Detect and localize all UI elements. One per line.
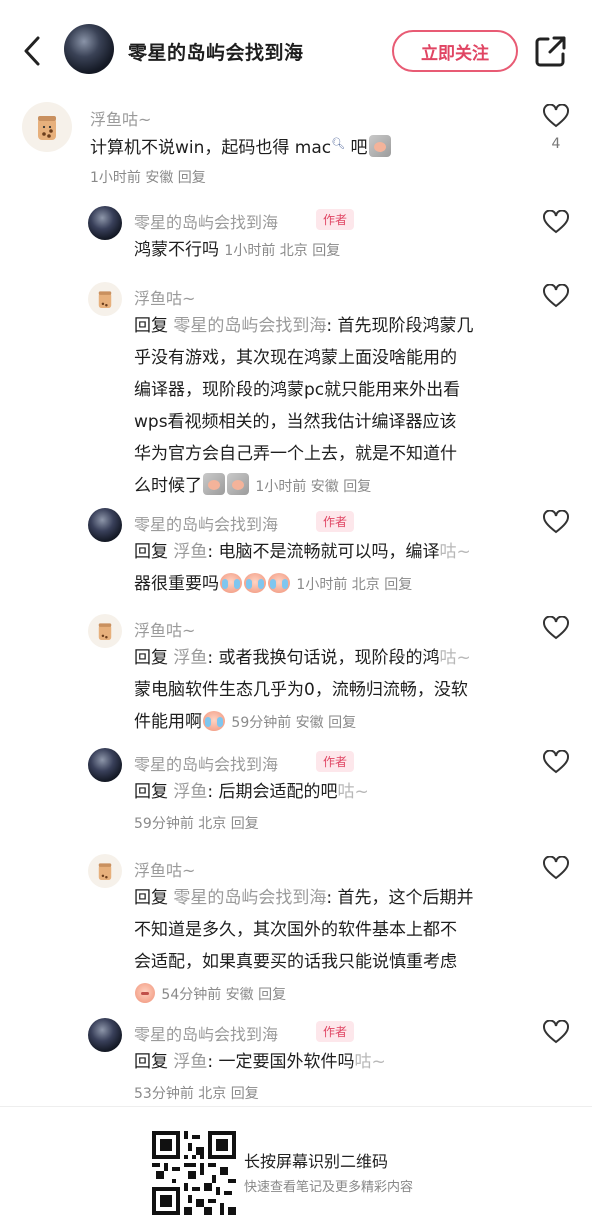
bubble-tea-icon xyxy=(38,116,56,140)
crying-emoji-icon xyxy=(244,573,266,593)
like-heart-icon[interactable] xyxy=(543,210,569,234)
author-avatar[interactable] xyxy=(88,748,122,782)
reply-target[interactable]: 零星的岛屿会找到海 xyxy=(173,316,326,336)
like-heart-icon[interactable] xyxy=(543,1020,569,1044)
reply-target[interactable]: 浮鱼 xyxy=(173,542,207,562)
reply-target[interactable]: 浮鱼 xyxy=(173,648,207,668)
header: 零星的岛屿会找到海 立即关注 xyxy=(0,0,592,100)
commenter-avatar[interactable] xyxy=(88,282,122,316)
comment-meta[interactable]: 1小时前 安徽 回复 xyxy=(90,167,206,187)
comment-meta[interactable]: 54分钟前 安徽 回复 xyxy=(161,987,286,1003)
comment-text: 回复 零星的岛屿会找到海: 首先，这个后期并 不知道是多久，其次国外的软件基本上… xyxy=(134,888,474,1003)
crying-emoji-icon xyxy=(220,573,242,593)
comment-meta[interactable]: 59分钟前 安徽 回复 xyxy=(231,715,356,731)
comment-text: 回复 浮鱼: 后期会适配的吧咕~ 59分钟前 北京 回复 xyxy=(134,776,534,840)
like-count: 4 xyxy=(551,136,561,152)
comment-text: 鸿蒙不行吗 1小时前 北京 回复 xyxy=(134,240,341,260)
commenter-avatar[interactable] xyxy=(22,102,72,152)
footer-title: 长按屏幕识别二维码 xyxy=(244,1152,389,1171)
comment-meta[interactable]: 1小时前 北京 回复 xyxy=(224,243,340,259)
footer-subtitle: 快速查看笔记及更多精彩内容 xyxy=(244,1180,414,1195)
reply-target[interactable]: 零星的岛屿会找到海 xyxy=(173,888,326,908)
comment-text: 回复 浮鱼: 或者我换句话说，现阶段的鸿咕~ 蒙电脑软件生态几乎为0，流畅归流畅… xyxy=(134,648,471,732)
emoji-sticker-icon xyxy=(227,473,249,495)
back-arrow-icon[interactable] xyxy=(18,34,50,68)
author-name[interactable]: 零星的岛屿会找到海 xyxy=(128,38,304,65)
commenter-name[interactable]: 零星的岛屿会找到海 xyxy=(134,209,278,233)
emoji-sticker-icon xyxy=(203,473,225,495)
commenter-name[interactable]: 零星的岛屿会找到海 xyxy=(134,511,278,535)
reply-target[interactable]: 浮鱼 xyxy=(173,782,207,802)
like-heart-icon[interactable] xyxy=(543,856,569,880)
comment-meta[interactable]: 1小时前 安徽 回复 xyxy=(255,479,371,495)
comment-text: 回复 浮鱼: 一定要国外软件吗咕~ 53分钟前 北京 回复 xyxy=(134,1046,534,1110)
commenter-avatar[interactable] xyxy=(88,614,122,648)
comment-meta[interactable]: 59分钟前 北京 回复 xyxy=(134,808,534,840)
bubble-tea-icon xyxy=(98,623,112,640)
follow-button[interactable]: 立即关注 xyxy=(392,30,518,72)
like-heart-icon[interactable] xyxy=(543,284,569,308)
author-badge: 作者 xyxy=(316,511,355,532)
commenter-name[interactable]: 零星的岛屿会找到海 xyxy=(134,1021,278,1045)
smile-emoji-icon xyxy=(135,983,155,1003)
commenter-avatar[interactable] xyxy=(88,854,122,888)
crying-emoji-icon xyxy=(203,711,225,731)
share-icon[interactable] xyxy=(534,34,568,68)
author-badge: 作者 xyxy=(316,209,355,230)
like-heart-icon[interactable] xyxy=(543,510,569,534)
comment-text: 回复 零星的岛屿会找到海: 首先现阶段鸿蒙几 乎没有游戏，其次现在鸿蒙上面没啥能… xyxy=(134,316,474,496)
bubble-tea-icon xyxy=(98,863,112,880)
bubble-tea-icon xyxy=(98,291,112,308)
commenter-name[interactable]: 浮鱼咕~ xyxy=(134,617,195,641)
author-badge: 作者 xyxy=(316,1021,355,1042)
divider xyxy=(0,1106,592,1107)
reply-target[interactable]: 浮鱼 xyxy=(173,1052,207,1072)
commenter-name[interactable]: 浮鱼咕~ xyxy=(134,285,195,309)
commenter-name[interactable]: 浮鱼咕~ xyxy=(90,106,151,130)
like-heart-icon[interactable] xyxy=(543,750,569,774)
author-avatar[interactable] xyxy=(64,24,114,74)
comment-meta[interactable]: 1小时前 北京 回复 xyxy=(296,577,412,593)
author-avatar[interactable] xyxy=(88,508,122,542)
like-heart-icon[interactable] xyxy=(543,104,569,128)
qr-code-icon[interactable] xyxy=(152,1131,236,1215)
search-icon[interactable]: 🔍︎ xyxy=(331,137,345,150)
commenter-name[interactable]: 零星的岛屿会找到海 xyxy=(134,751,278,775)
comment-text: 计算机不说win，起码也得 mac🔍︎ 吧 xyxy=(90,128,510,164)
crying-emoji-icon xyxy=(268,573,290,593)
author-avatar[interactable] xyxy=(88,1018,122,1052)
comment-text: 回复 浮鱼: 电脑不是流畅就可以吗，编译咕~ 器很重要吗 1小时前 北京 回复 xyxy=(134,542,471,594)
author-badge: 作者 xyxy=(316,751,355,772)
like-heart-icon[interactable] xyxy=(543,616,569,640)
emoji-sticker-icon xyxy=(368,135,391,157)
author-avatar[interactable] xyxy=(88,206,122,240)
commenter-name[interactable]: 浮鱼咕~ xyxy=(134,857,195,881)
